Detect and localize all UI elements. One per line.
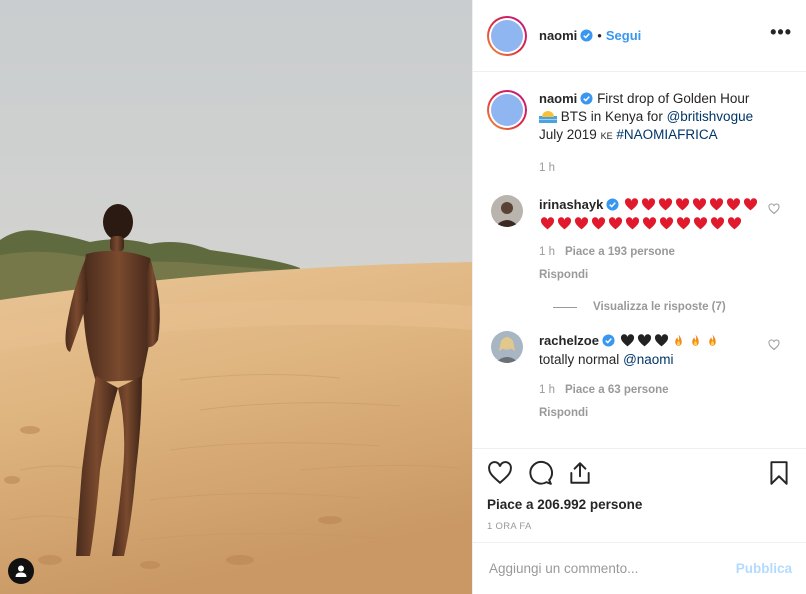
view-replies-label: Visualizza le risposte (7) [593, 301, 726, 313]
add-comment-bar: Pubblica [473, 542, 806, 594]
share-icon[interactable] [567, 460, 593, 486]
likes-count[interactable]: Piace a 206.992 persone [487, 497, 792, 512]
comment-text: totally normal [539, 352, 620, 367]
post-caption: naomi First drop of Golden Hour BTS in K… [487, 90, 792, 177]
red-heart-emoji-icon [744, 198, 758, 211]
mention-link[interactable]: @naomi [623, 352, 673, 367]
publish-button[interactable]: Pubblica [736, 561, 792, 576]
red-heart-emoji-icon [591, 217, 606, 230]
more-options-icon[interactable]: ••• [770, 23, 792, 45]
comment-username[interactable]: irinashayk [539, 197, 603, 212]
post-side-panel: naomi • Segui ••• naomi First drop of Go… [472, 0, 806, 594]
red-heart-emoji-icon [574, 217, 589, 230]
heart-fire-emojis [619, 333, 721, 348]
comment-icon[interactable] [527, 460, 553, 486]
caption-text: BTS in Kenya for [560, 109, 663, 124]
save-bookmark-icon[interactable] [766, 460, 792, 486]
red-heart-emoji-icon [727, 217, 742, 230]
red-heart-emoji-icon [659, 217, 674, 230]
comments-list[interactable]: naomi First drop of Golden Hour BTS in K… [473, 72, 806, 448]
comment-item: rachelzoe totally normal @naomi 1 h Piace… [487, 331, 792, 423]
red-heart-emoji-icon [676, 198, 690, 211]
red-heart-emoji-icon [727, 198, 741, 211]
red-heart-emoji-icon [608, 217, 623, 230]
like-heart-icon[interactable] [487, 460, 513, 486]
comment-item: irinashayk 1 h Piace a 193 persone Rispon… [487, 195, 792, 285]
separator-dot: • [597, 28, 602, 43]
red-heart-emoji-icon [676, 217, 691, 230]
comment-username[interactable]: rachelzoe [539, 333, 599, 348]
sunset-emoji-icon [539, 111, 557, 123]
caption-text: First drop of Golden Hour [597, 91, 750, 106]
caption-username[interactable]: naomi [539, 91, 577, 106]
comment-time[interactable]: 1 h [539, 246, 555, 258]
comment-time[interactable]: 1 h [539, 384, 555, 396]
comment-like-icon[interactable] [768, 203, 780, 215]
red-heart-emoji-icon [642, 198, 656, 211]
red-heart-emoji-icon [540, 217, 555, 230]
comment-time[interactable]: 1 h [539, 162, 555, 174]
red-heart-emoji-icon [557, 217, 572, 230]
verified-badge-icon [580, 92, 593, 105]
red-heart-emoji-icon [659, 198, 673, 211]
comment-likes[interactable]: Piace a 63 persone [565, 384, 669, 396]
desert-dune-photo [0, 0, 472, 594]
follow-button[interactable]: Segui [606, 28, 641, 43]
verified-badge-icon [602, 334, 615, 347]
post-actions: Piace a 206.992 persone 1 ora fa [473, 448, 806, 532]
red-heart-emoji-icon [642, 217, 657, 230]
mention-link[interactable]: @britishvogue [667, 109, 754, 124]
post-time-ago[interactable]: 1 ora fa [487, 521, 792, 532]
red-heart-emoji-icon [693, 217, 708, 230]
verified-badge-icon [606, 198, 619, 211]
user-tag-button[interactable] [8, 558, 34, 584]
divider [553, 306, 577, 308]
red-heart-emoji-icon [625, 198, 639, 211]
red-heart-emoji-icon [710, 217, 725, 230]
view-replies-button[interactable]: Visualizza le risposte (7) [553, 301, 792, 313]
red-heart-emoji-icon [693, 198, 707, 211]
comment-likes[interactable]: Piace a 193 persone [565, 246, 675, 258]
kenya-flag-icon: KE [600, 131, 613, 141]
reply-button[interactable]: Rispondi [539, 266, 768, 285]
avatar[interactable] [491, 195, 523, 227]
post-photo[interactable] [0, 0, 472, 594]
post-author-username[interactable]: naomi [539, 28, 577, 43]
comment-like-icon[interactable] [768, 339, 780, 351]
user-tag-icon [15, 565, 27, 577]
red-heart-emoji-icon [625, 217, 640, 230]
avatar[interactable] [487, 90, 527, 130]
hashtag-link[interactable]: #NAOMIAFRICA [616, 127, 717, 142]
reply-button[interactable]: Rispondi [539, 404, 768, 423]
caption-text: July 2019 [539, 127, 597, 142]
avatar[interactable] [487, 15, 527, 56]
verified-badge-icon [580, 29, 593, 42]
comment-input[interactable] [489, 561, 736, 576]
avatar[interactable] [491, 331, 523, 363]
post-header: naomi • Segui ••• [473, 0, 806, 72]
red-heart-emoji-icon [710, 198, 724, 211]
